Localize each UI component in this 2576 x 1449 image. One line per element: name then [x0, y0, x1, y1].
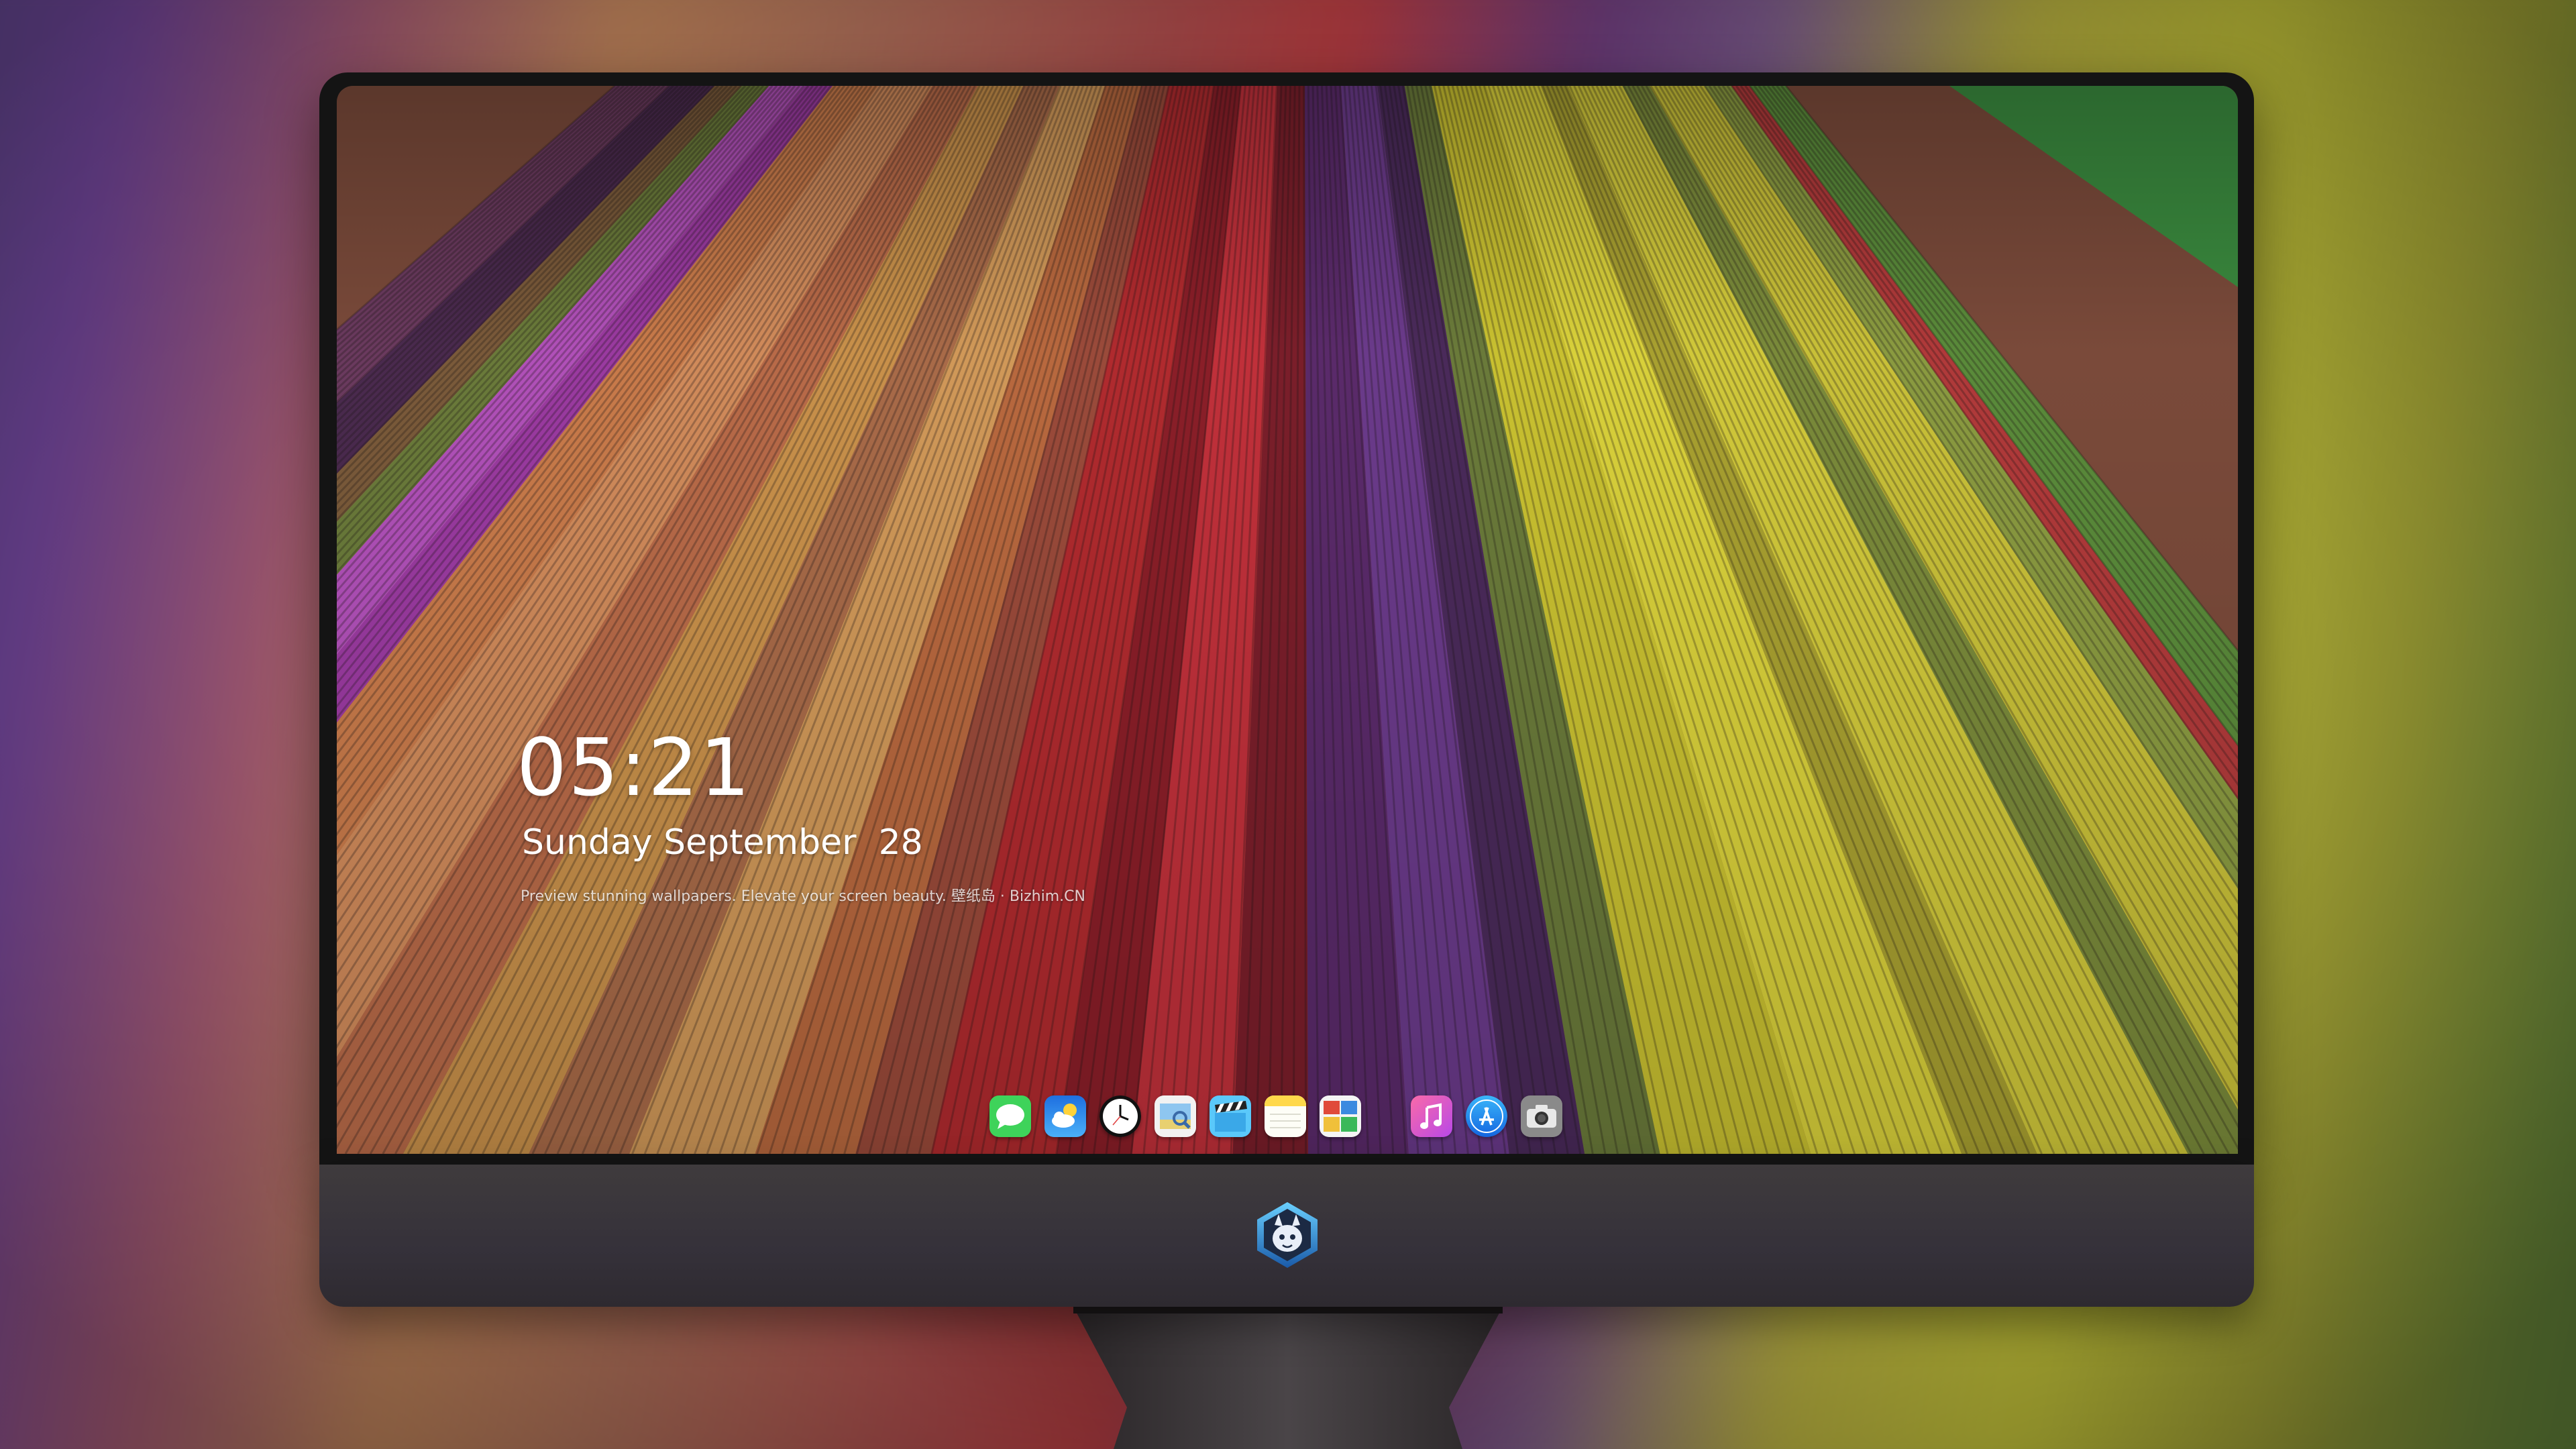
dock-app-itunes[interactable]: [1411, 1095, 1452, 1137]
dock-app-app-store[interactable]: [1466, 1095, 1507, 1137]
photo-booth-icon: [1320, 1095, 1361, 1137]
dock-app-notes[interactable]: [1265, 1095, 1306, 1137]
messages-icon: [989, 1095, 1031, 1137]
dock-app-weather[interactable]: [1044, 1095, 1086, 1137]
monitor-screen: 05:21 Sunday September 28 Preview stunni…: [337, 86, 2238, 1154]
lockscreen-tagline: Preview stunning wallpapers. Elevate you…: [521, 888, 1085, 905]
dock-app-photo-booth[interactable]: [1320, 1095, 1361, 1137]
clock-icon: [1099, 1095, 1141, 1137]
dragon-mascot-logo-icon: [1257, 1202, 1318, 1268]
dock-app-clips[interactable]: [1210, 1095, 1251, 1137]
dock-app-messages[interactable]: [989, 1095, 1031, 1137]
desktop-scene: 05:21 Sunday September 28 Preview stunni…: [0, 0, 2576, 1449]
dock-app-clock[interactable]: [1099, 1095, 1141, 1137]
notes-icon: [1265, 1095, 1306, 1137]
camera-icon: [1521, 1095, 1562, 1137]
lockscreen-clock: 05:21: [517, 721, 752, 814]
monitor-stand: [1073, 1307, 1503, 1449]
music-icon: [1411, 1095, 1452, 1137]
dock-app-camera[interactable]: [1521, 1095, 1562, 1137]
lockscreen-date: Sunday September 28: [522, 822, 923, 863]
dock-app-preview[interactable]: [1155, 1095, 1196, 1137]
weather-icon: [1044, 1095, 1086, 1137]
clapperboard-icon: [1210, 1095, 1251, 1137]
app-store-icon: [1466, 1095, 1507, 1137]
preview-icon: [1155, 1095, 1196, 1137]
tulip-field-wallpaper: [337, 86, 2238, 1154]
dock: [989, 1092, 1576, 1140]
